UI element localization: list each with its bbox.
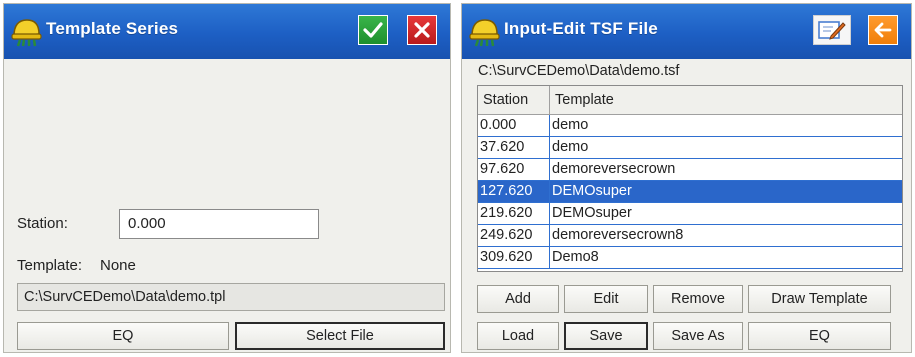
column-header-station[interactable]: Station [478,86,550,114]
template-value: None [100,257,136,274]
table-row[interactable]: 309.620 Demo8 [478,247,902,269]
helmet-icon [11,19,42,47]
station-cell: 309.620 [478,247,550,268]
file-path: C:\SurvCEDemo\Data\demo.tsf [478,63,680,79]
title-bar: Template Series [4,4,450,59]
station-cell: 127.620 [478,181,550,202]
edit-notes-button[interactable] [813,15,851,45]
column-header-template[interactable]: Template [550,86,902,114]
template-cell: demoreversecrown [552,161,676,177]
select-file-button[interactable]: Select File [235,322,445,350]
draw-template-button[interactable]: Draw Template [748,285,891,313]
template-cell: DEMOsuper [552,205,632,221]
save-button[interactable]: Save [564,322,648,350]
station-cell: 219.620 [478,203,550,224]
station-cell: 249.620 [478,225,550,246]
eq-button[interactable]: EQ [748,322,891,350]
table-row-selected[interactable]: 127.620 DEMOsuper [478,181,902,203]
eq-button[interactable]: EQ [17,322,229,350]
station-cell: 97.620 [478,159,550,180]
station-input[interactable]: 0.000 [119,209,319,239]
template-cell: demo [552,139,589,155]
ok-button[interactable] [358,15,388,45]
window-title: Input-Edit TSF File [504,19,658,38]
table-row[interactable]: 97.620 demoreversecrown [478,159,902,181]
grid-header: Station Template [478,86,902,115]
checkmark-icon [363,22,383,38]
template-cell: Demo8 [552,249,599,265]
edit-button[interactable]: Edit [564,285,648,313]
template-label: Template: [17,257,83,274]
table-row[interactable]: 219.620 DEMOsuper [478,203,902,225]
load-button[interactable]: Load [477,322,559,350]
station-cell: 0.000 [478,115,550,136]
helmet-icon [469,19,500,47]
back-button[interactable] [868,15,898,45]
template-cell: DEMOsuper [552,183,632,199]
station-cell: 37.620 [478,137,550,158]
template-cell: demoreversecrown8 [552,227,684,243]
station-label: Station: [17,215,68,232]
template-path-field: C:\SurvCEDemo\Data\demo.tpl [17,283,445,311]
title-bar: Input-Edit TSF File [462,4,911,59]
add-button[interactable]: Add [477,285,559,313]
window-title: Template Series [46,19,179,38]
save-as-button[interactable]: Save As [653,322,743,350]
remove-button[interactable]: Remove [653,285,743,313]
table-row[interactable]: 0.000 demo [478,115,902,137]
cancel-button[interactable] [407,15,437,45]
template-cell: demo [552,117,589,133]
back-arrow-icon [874,22,892,38]
input-edit-tsf-window: Input-Edit TSF File C:\SurvCEDemo\Data\d… [461,3,912,353]
close-icon [414,22,430,38]
table-row[interactable]: 249.620 demoreversecrown8 [478,225,902,247]
stations-grid: Station Template 0.000 demo 37.620 demo … [477,85,903,272]
template-series-window: Template Series Station: 0.000 Template:… [3,3,451,353]
edit-pencil-icon [818,21,846,40]
table-row[interactable]: 37.620 demo [478,137,902,159]
